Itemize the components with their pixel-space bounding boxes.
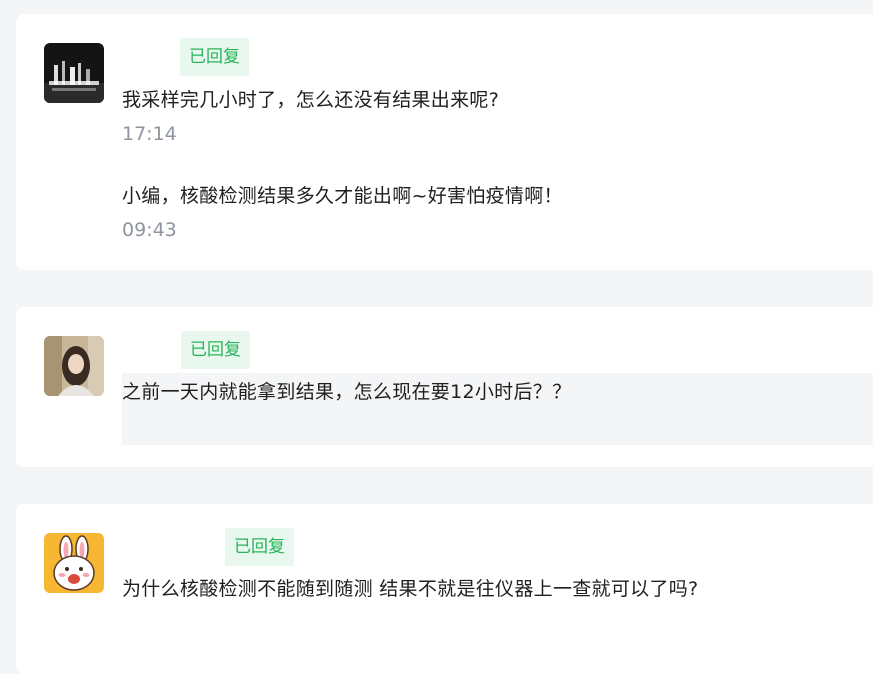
comment-text: 为什么核酸检测不能随到随测 结果不就是往仪器上一查就可以了吗? bbox=[122, 578, 699, 600]
cartoon-rabbit-avatar-icon[interactable] bbox=[44, 533, 104, 593]
comment-card: 已回复 之前一天内就能拿到结果，怎么现在要12小时后？？ bbox=[16, 307, 873, 467]
replied-badge: 已回复 bbox=[225, 528, 294, 566]
comment-time: 17:14 bbox=[122, 123, 177, 145]
comment-text: 小编，核酸检测结果多久才能出啊~好害怕疫情啊！ bbox=[122, 185, 563, 207]
comment-card: 已回复 为什么核酸检测不能随到随测 结果不就是往仪器上一查就可以了吗? bbox=[16, 504, 873, 674]
comment-text: 之前一天内就能拿到结果，怎么现在要12小时后？？ bbox=[122, 381, 572, 403]
woman-portrait-avatar-icon[interactable] bbox=[44, 336, 104, 396]
comment-text: 我采样完几小时了，怎么还没有结果出来呢? bbox=[122, 89, 500, 111]
replied-badge: 已回复 bbox=[181, 331, 250, 369]
replied-badge: 已回复 bbox=[180, 38, 249, 76]
comment-card: 已回复 我采样完几小时了，怎么还没有结果出来呢? 17:14 小编，核酸检测结果… bbox=[16, 14, 873, 270]
comment-time: 09:43 bbox=[122, 219, 177, 241]
night-building-avatar-icon[interactable] bbox=[44, 43, 104, 103]
